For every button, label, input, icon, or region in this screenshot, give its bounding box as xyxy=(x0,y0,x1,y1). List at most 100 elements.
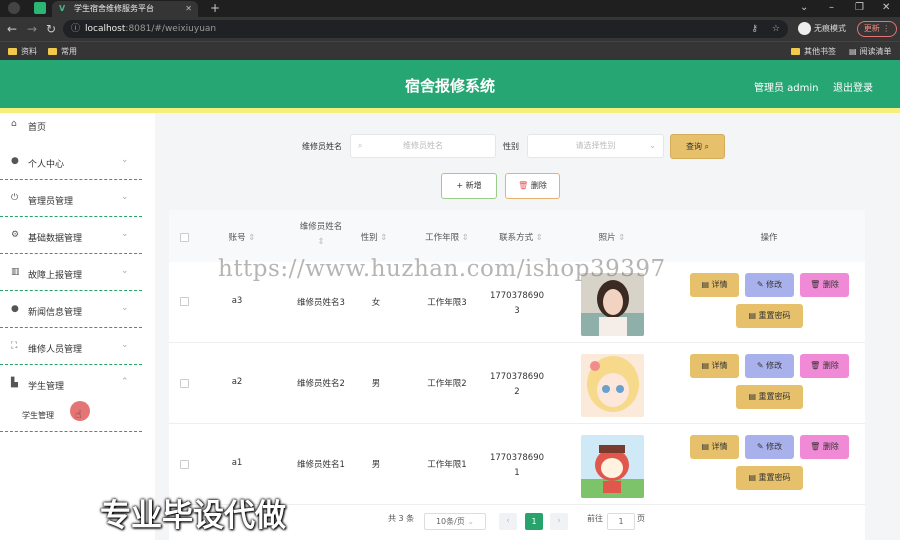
search-icon: ⌕ xyxy=(358,141,363,150)
reading-list[interactable]: ▤ 阅读清单 xyxy=(849,45,892,58)
reset-password-button[interactable]: ▤ 重置密码 xyxy=(736,304,803,328)
cartoon-photo-icon xyxy=(581,435,644,498)
phone-line: 2 xyxy=(514,387,520,397)
reading-list-icon: ▤ xyxy=(849,47,857,56)
chevron-down-icon: ⌄ xyxy=(121,303,129,313)
browser-menu-icon[interactable] xyxy=(8,2,20,14)
anime-photo-icon xyxy=(581,354,644,417)
reset-password-button[interactable]: ▤ 重置密码 xyxy=(736,466,803,490)
star-icon[interactable]: ☆ xyxy=(772,20,780,38)
reset-password-button[interactable]: ▤ 重置密码 xyxy=(736,385,803,409)
power-icon: ⏻ xyxy=(11,193,19,203)
detail-icon: ▤ xyxy=(701,442,709,451)
detail-button[interactable]: ▤ 详情 xyxy=(690,354,739,378)
add-button[interactable]: + 新增 xyxy=(441,173,497,199)
column-phone[interactable]: 联系方式 ⇕ xyxy=(481,231,561,243)
pinned-tab-icon[interactable] xyxy=(34,2,46,14)
repairman-photo[interactable] xyxy=(581,435,644,498)
goto-page-input[interactable]: 1 xyxy=(607,513,635,530)
new-tab-button[interactable]: + xyxy=(210,0,220,16)
user-icon: ● xyxy=(11,156,19,166)
other-bookmarks[interactable]: 其他书签 xyxy=(791,45,836,58)
edit-button[interactable]: ✎ 修改 xyxy=(745,354,794,378)
batch-delete-button[interactable]: 🗑 删除 xyxy=(505,173,560,199)
close-tab-icon[interactable]: ✕ xyxy=(185,1,192,17)
url-host: localhost xyxy=(85,24,126,34)
hand-cursor-icon: ☝ xyxy=(75,408,82,421)
key-icon[interactable]: ⚷ xyxy=(751,20,758,38)
delete-button[interactable]: 🗑 删除 xyxy=(800,354,849,378)
sidebar-item-profile[interactable]: ● 个人中心 ⌄ xyxy=(0,143,142,180)
logout-link[interactable]: 退出登录 xyxy=(833,79,873,94)
goto-label: 前往 xyxy=(587,514,603,523)
sidebar-item-fault-report[interactable]: ▥ 故障上报管理 ⌄ xyxy=(0,254,142,291)
gear-icon: ⚙ xyxy=(11,230,20,240)
minimize-icon[interactable]: – xyxy=(829,0,834,16)
repairman-photo[interactable] xyxy=(581,273,644,336)
sidebar-item-admin[interactable]: ⏻ 管理员管理 ⌄ xyxy=(0,180,142,217)
sidebar-subitem-students[interactable]: 学生管理 xyxy=(22,410,54,421)
column-photo[interactable]: 照片 ⇕ xyxy=(577,231,647,243)
cell-name: 维修员姓名1 xyxy=(297,460,345,470)
edit-button[interactable]: ✎ 修改 xyxy=(745,435,794,459)
column-label: 性别 xyxy=(360,233,378,243)
sidebar-item-students[interactable]: ▙ 学生管理 ⌃ xyxy=(0,365,142,402)
bookmark-folder[interactable]: 资料 xyxy=(8,45,37,58)
repairman-name-input[interactable]: ⌕ 维修员姓名 xyxy=(350,134,496,158)
column-years[interactable]: 工作年限 ⇕ xyxy=(412,231,482,243)
detail-button[interactable]: ▤ 详情 xyxy=(690,435,739,459)
browser-tab[interactable]: V 学生宿舍维修服务平台 ✕ xyxy=(52,1,198,17)
incognito-indicator[interactable]: 无痕模式 xyxy=(798,21,853,37)
detail-label: 详情 xyxy=(711,361,728,370)
cell-name: 维修员姓名2 xyxy=(297,379,345,389)
row-checkbox[interactable] xyxy=(180,460,189,469)
delete-button[interactable]: 🗑 删除 xyxy=(800,435,849,459)
current-user: 管理员 admin xyxy=(754,83,819,94)
cell-account: a1 xyxy=(231,458,243,468)
prev-page-button[interactable]: ‹ xyxy=(499,513,517,530)
sidebar: ⌂ 首页 ● 个人中心 ⌄ ⏻ 管理员管理 ⌄ ⚙ 基础数据管理 ⌄ ▥ 故障上… xyxy=(0,113,155,540)
sidebar-item-label: 首页 xyxy=(28,123,47,133)
repairman-photo[interactable] xyxy=(581,354,644,417)
update-button[interactable]: 更新 ⋮ xyxy=(857,21,897,37)
column-label: 账号 xyxy=(228,233,246,243)
sort-icon: ⇕ xyxy=(380,233,388,243)
sidebar-item-basic-data[interactable]: ⚙ 基础数据管理 ⌄ xyxy=(0,217,142,254)
reload-icon[interactable]: ↻ xyxy=(46,22,56,36)
column-label: 维修员姓名 xyxy=(299,222,343,232)
sidebar-item-label: 新闻信息管理 xyxy=(28,308,83,318)
select-all-checkbox[interactable] xyxy=(180,233,189,242)
column-gender[interactable]: 性别 ⇕ xyxy=(349,231,399,243)
back-icon[interactable]: ← xyxy=(7,22,17,36)
forward-icon[interactable]: → xyxy=(27,22,37,36)
cell-phone: 1770378690 3 xyxy=(481,289,553,319)
detail-button[interactable]: ▤ 详情 xyxy=(690,273,739,297)
next-page-button[interactable]: › xyxy=(550,513,568,530)
cell-years: 工作年限3 xyxy=(427,298,467,308)
query-button[interactable]: 查询 ⌕ xyxy=(670,134,725,159)
maximize-icon[interactable]: ❐ xyxy=(855,0,864,16)
row-checkbox[interactable] xyxy=(180,297,189,306)
delete-button[interactable]: 🗑 删除 xyxy=(800,273,849,297)
sidebar-item-news[interactable]: ● 新闻信息管理 ⌄ xyxy=(0,291,142,328)
close-window-icon[interactable]: ✕ xyxy=(882,0,890,16)
info-icon[interactable]: ⓘ xyxy=(71,20,80,38)
page-size-select[interactable]: 10条/页 ⌄ xyxy=(424,513,486,530)
gender-select[interactable]: 请选择性别 ⌄ xyxy=(527,134,664,158)
sidebar-item-label: 个人中心 xyxy=(28,160,65,170)
main-content: 维修员姓名 ⌕ 维修员姓名 性别 请选择性别 ⌄ 查询 ⌕ + 新增 🗑 删除 … xyxy=(155,113,900,540)
trash-icon: 🗑 xyxy=(810,361,821,370)
bookmark-folder[interactable]: 常用 xyxy=(48,45,77,58)
page-number-current[interactable]: 1 xyxy=(525,513,543,530)
folder-icon xyxy=(791,48,800,55)
fullscreen-icon: ⛶ xyxy=(11,341,18,351)
delete-label: 删除 xyxy=(822,280,839,289)
sidebar-item-repairmen[interactable]: ⛶ 维修人员管理 ⌄ xyxy=(0,328,142,365)
sidebar-item-label: 基础数据管理 xyxy=(28,234,83,244)
url-input[interactable]: ⓘ localhost:8081/#/weixiuyuan ⚷ ☆ xyxy=(63,20,788,38)
pagination-total: 共 3 条 xyxy=(388,514,415,523)
row-checkbox[interactable] xyxy=(180,379,189,388)
tab-search-icon[interactable]: ⌄ xyxy=(800,0,808,16)
column-account[interactable]: 账号 ⇕ xyxy=(207,231,277,243)
edit-button[interactable]: ✎ 修改 xyxy=(745,273,794,297)
